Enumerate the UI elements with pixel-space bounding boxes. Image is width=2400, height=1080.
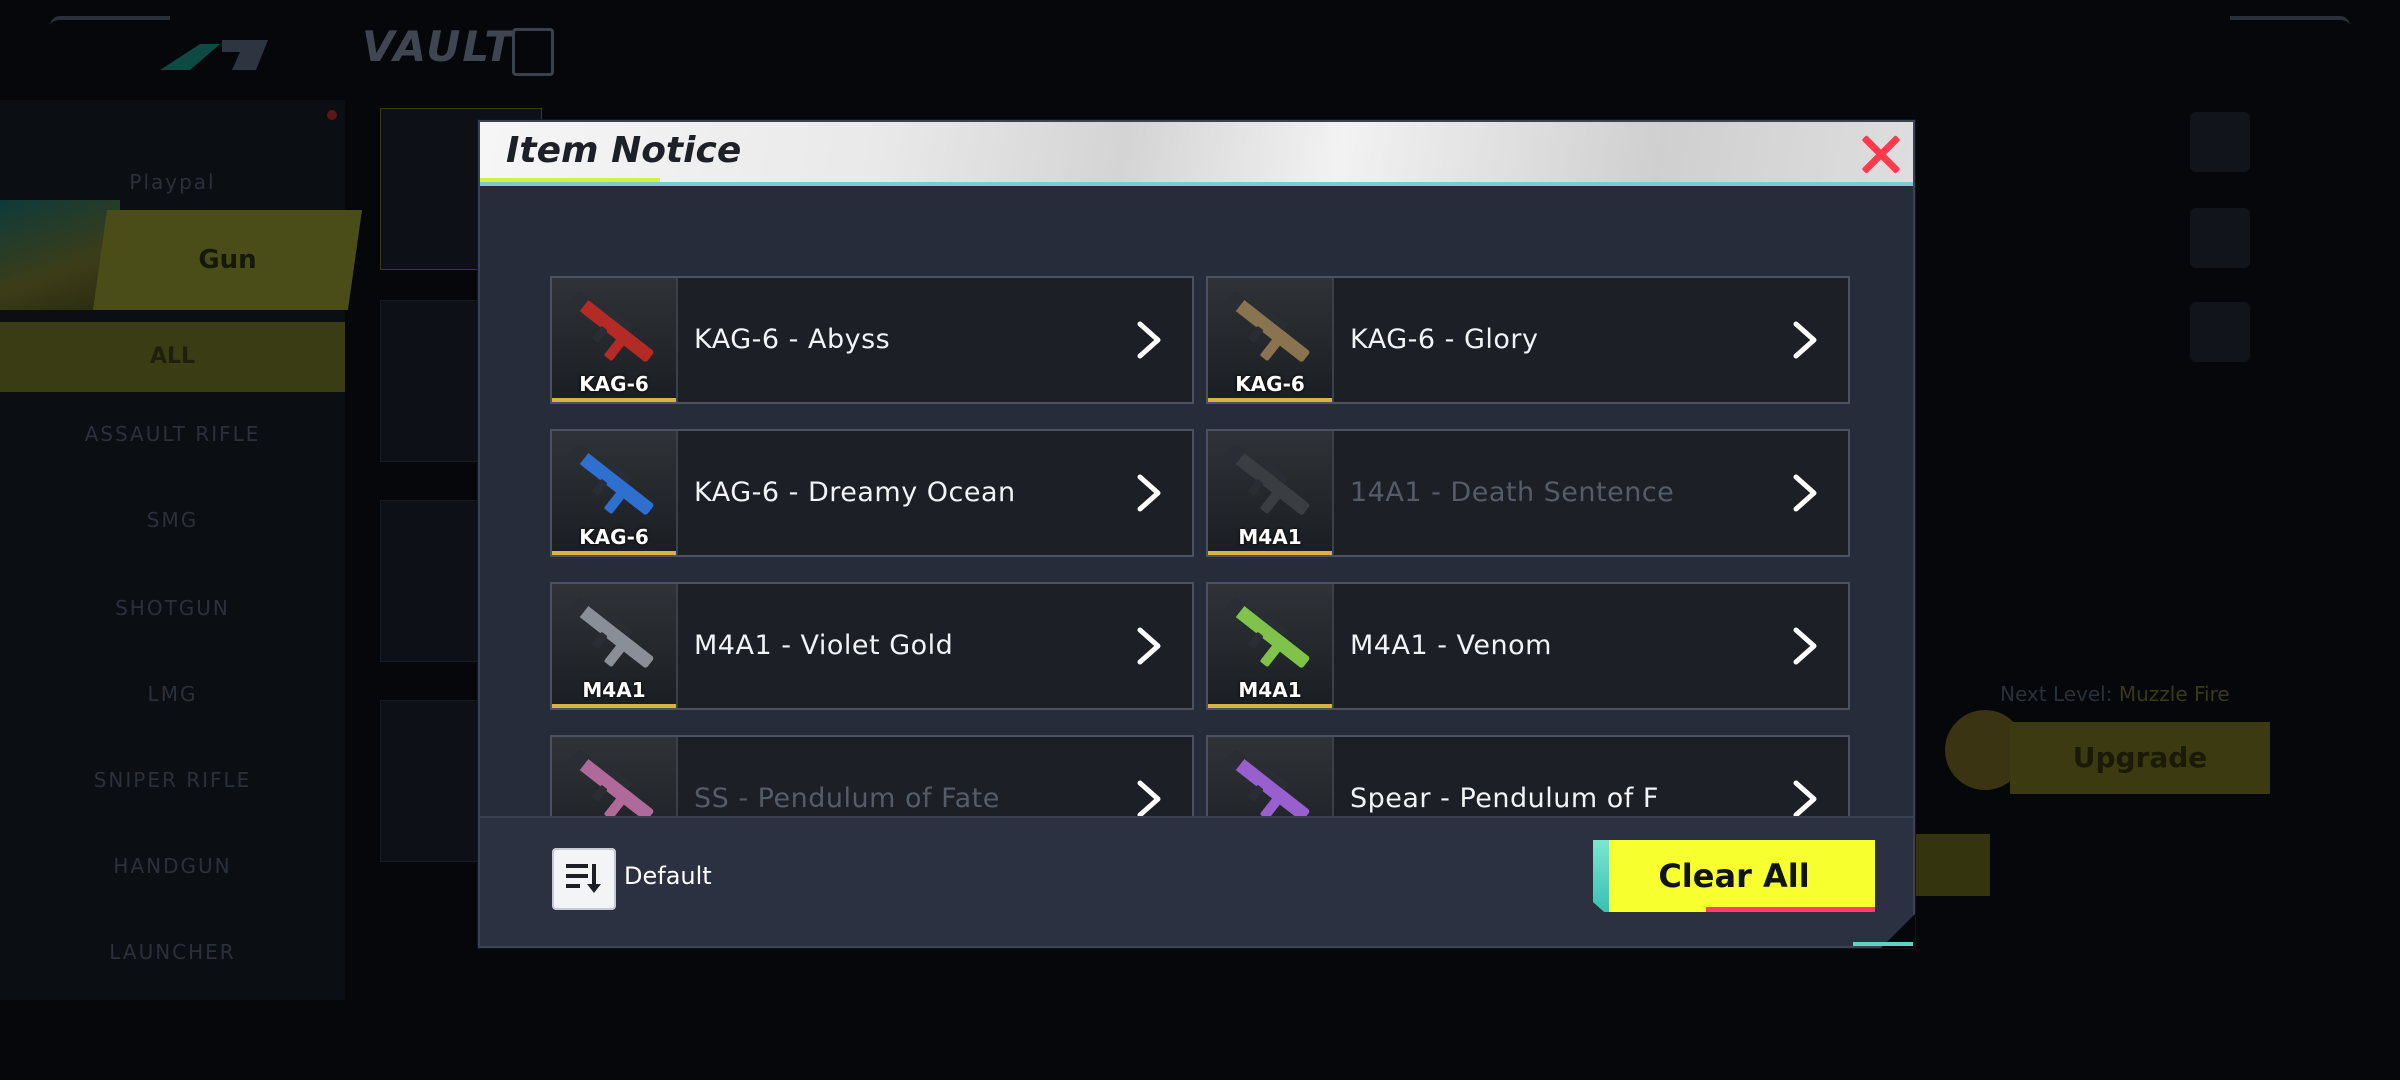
upgrade-button[interactable]: Upgrade — [2010, 722, 2270, 794]
upgrade-label: Upgrade — [2072, 741, 2208, 774]
chevron-right-icon — [1784, 626, 1824, 666]
sidebar-tab-gun[interactable]: Gun — [92, 210, 363, 310]
item-thumbnail: M4A1 — [552, 584, 678, 708]
vault-title: VAULT — [362, 22, 515, 71]
next-level-label: Next Level: — [2000, 682, 2113, 706]
game-logo-icon — [160, 40, 268, 70]
gun-icon — [1224, 597, 1310, 668]
clear-all-button[interactable]: Clear All — [1593, 840, 1875, 912]
chevron-right-icon — [1128, 626, 1168, 666]
item-card[interactable]: M4A1 M4A1 - Violet Gold — [550, 582, 1194, 710]
chevron-right-icon — [1128, 473, 1168, 513]
item-card[interactable]: M4A1 M4A1 - Venom — [1206, 582, 1850, 710]
subtab-smg[interactable]: SMG — [0, 508, 345, 532]
subtab-shotgun[interactable]: SHOTGUN — [0, 596, 345, 620]
item-thumbnail: KAG-6 — [552, 278, 678, 402]
item-thumbnail-label: M4A1 — [1238, 525, 1302, 549]
sidebar-playpal[interactable]: Playpal — [0, 170, 345, 194]
clear-all-label: Clear All — [1658, 857, 1810, 895]
gun-icon — [568, 597, 654, 668]
item-card[interactable]: KAG-6 KAG-6 - Glory — [1206, 276, 1850, 404]
subtab-handgun[interactable]: HANDGUN — [0, 854, 345, 878]
frame-corner-left — [50, 16, 170, 30]
subtab-lmg[interactable]: LMG — [0, 682, 345, 706]
chevron-right-icon — [1128, 779, 1168, 819]
item-thumbnail-label: KAG-6 — [579, 372, 649, 396]
subtab-all[interactable]: ALL — [0, 322, 345, 392]
subtab-all-label: ALL — [149, 344, 196, 369]
vault-info-icon[interactable] — [512, 28, 554, 76]
favorite-star-button[interactable] — [2190, 208, 2250, 268]
modal-footer: Default Clear All — [480, 816, 1915, 948]
chevron-right-icon — [1784, 779, 1824, 819]
item-thumbnail: M4A1 — [1208, 431, 1334, 555]
sidebar-tab-gun-label: Gun — [198, 245, 257, 275]
modal-header: Item Notice — [480, 122, 1913, 186]
subtab-assault-rifle[interactable]: ASSAULT RIFLE — [0, 422, 345, 446]
item-thumbnail-label: M4A1 — [582, 678, 646, 702]
item-name: KAG-6 - Glory — [1350, 324, 1539, 355]
item-name: KAG-6 - Dreamy Ocean — [694, 477, 1016, 508]
item-card[interactable]: M4A1 14A1 - Death Sentence — [1206, 429, 1850, 557]
item-notice-modal: Item Notice KAG-6 KAG-6 - Abyss KAG-6 KAG-6… — [478, 120, 1915, 948]
item-card[interactable]: KAG-6 KAG-6 - Dreamy Ocean — [550, 429, 1194, 557]
gun-icon — [568, 444, 654, 515]
frame-corner-right — [2230, 16, 2350, 30]
item-list[interactable]: KAG-6 KAG-6 - Abyss KAG-6 KAG-6 - Glory KAG-… — [550, 276, 1850, 900]
sort-label: Default — [624, 862, 712, 890]
header-accent-line — [480, 178, 660, 182]
gun-icon — [1224, 444, 1310, 515]
sort-icon — [566, 864, 601, 893]
close-button[interactable] — [1843, 122, 1913, 182]
gun-icon — [1224, 291, 1310, 362]
gun-icon — [568, 291, 654, 362]
next-level-value: Muzzle Fire — [2118, 682, 2230, 706]
chevron-right-icon — [1128, 320, 1168, 360]
item-name: M4A1 - Violet Gold — [694, 630, 954, 661]
item-thumbnail: KAG-6 — [552, 431, 678, 555]
item-name: M4A1 - Venom — [1350, 630, 1552, 661]
like-heart-button[interactable] — [2190, 302, 2250, 362]
item-name: 14A1 - Death Sentence — [1350, 477, 1675, 508]
chevron-right-icon — [1784, 473, 1824, 513]
subtab-launcher[interactable]: LAUNCHER — [0, 940, 345, 964]
subtab-sniper-rifle[interactable]: SNIPER RIFLE — [0, 768, 345, 792]
item-thumbnail-label: KAG-6 — [1235, 372, 1305, 396]
chevron-right-icon — [1784, 320, 1824, 360]
item-thumbnail-label: KAG-6 — [579, 525, 649, 549]
item-thumbnail-label: M4A1 — [1238, 678, 1302, 702]
item-name: KAG-6 - Abyss — [694, 324, 891, 355]
item-thumbnail: KAG-6 — [1208, 278, 1334, 402]
next-level-text: Next Level: Muzzle Fire — [2000, 682, 2230, 706]
notification-dot — [327, 110, 337, 120]
modal-title: Item Notice — [506, 130, 742, 171]
sort-button[interactable] — [552, 848, 616, 910]
item-card[interactable]: KAG-6 KAG-6 - Abyss — [550, 276, 1194, 404]
side-action-button[interactable] — [2190, 112, 2250, 172]
modal-corner-accent — [1853, 942, 1913, 946]
item-thumbnail: M4A1 — [1208, 584, 1334, 708]
